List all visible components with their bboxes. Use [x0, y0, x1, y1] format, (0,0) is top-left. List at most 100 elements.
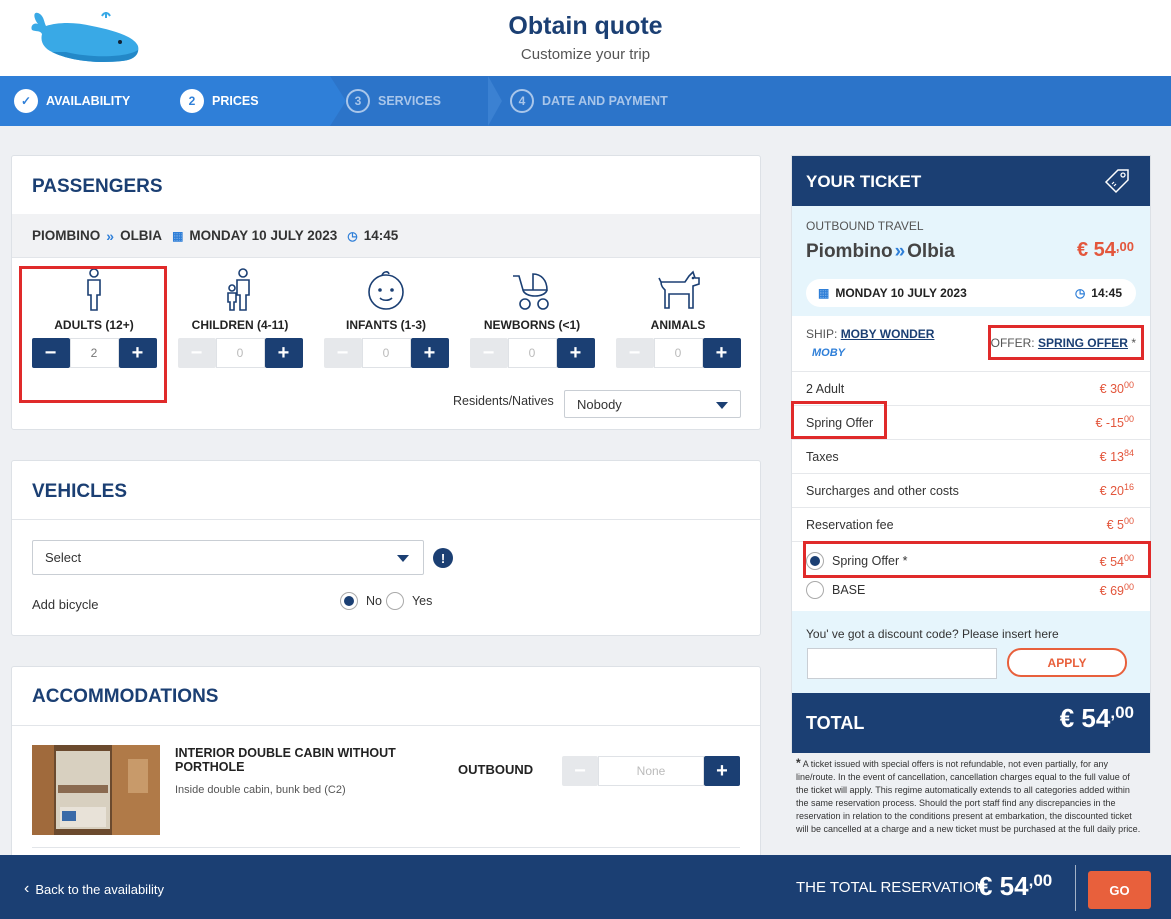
- step-number: 3: [346, 89, 370, 113]
- step-chevron: [158, 76, 174, 126]
- newborns-label: NEWBORNS (<1): [483, 318, 581, 332]
- cabin-name: INTERIOR DOUBLE CABIN WITHOUT PORTHOLE: [175, 746, 396, 774]
- ticket-header: YOUR TICKET: [792, 156, 1150, 206]
- newborns-plus-button[interactable]: +: [556, 338, 595, 368]
- price-line-label: Reservation fee: [806, 517, 894, 532]
- double-chevron-icon: »: [894, 241, 906, 262]
- bicycle-yes-radio[interactable]: [385, 592, 404, 610]
- divider: [1075, 865, 1076, 911]
- cabin-plus-button[interactable]: +: [704, 756, 740, 786]
- route-from: PIOMBINO: [32, 228, 101, 243]
- ticket-time: 14:45: [1091, 286, 1122, 300]
- discount-label: You' ve got a discount code? Please inse…: [806, 627, 1059, 641]
- ship-info: SHIP: MOBY WONDER: [806, 327, 934, 341]
- step-number: 4: [510, 89, 534, 113]
- step-chevron: [330, 76, 346, 126]
- fare-radio[interactable]: [806, 581, 824, 599]
- route-date: MONDAY 10 JULY 2023: [189, 228, 338, 243]
- price-line-value: € -1500: [1095, 414, 1134, 430]
- children-minus-button[interactable]: −: [177, 338, 216, 368]
- direction-label: OUTBOUND: [458, 762, 534, 777]
- infants-count[interactable]: 0: [361, 338, 411, 368]
- infants-plus-button[interactable]: +: [410, 338, 449, 368]
- ticket-total: TOTAL € 54,00: [792, 693, 1150, 753]
- double-chevron-icon: »: [106, 227, 115, 244]
- step-label: SERVICES: [378, 94, 441, 108]
- reservation-total-value: € 54,00: [978, 871, 1052, 902]
- ship-label: SHIP:: [806, 327, 838, 341]
- step-label: PRICES: [212, 94, 259, 108]
- info-icon[interactable]: !: [433, 548, 453, 568]
- step-services[interactable]: 3 SERVICES: [330, 76, 490, 126]
- children-label: CHILDREN (4-11): [191, 318, 289, 332]
- ship-name-link[interactable]: MOBY WONDER: [841, 327, 935, 341]
- step-date-payment[interactable]: 4 DATE AND PAYMENT: [490, 76, 740, 126]
- outbound-summary: OUTBOUND TRAVEL Piombino » Olbia € 54,00…: [792, 206, 1150, 316]
- tag-icon: [1104, 169, 1129, 194]
- cabin-minus-button[interactable]: −: [562, 756, 598, 786]
- price-dec: 00: [1123, 380, 1134, 391]
- total-value: € 54,00: [1060, 703, 1134, 734]
- step-availability[interactable]: ✓ AVAILABILITY: [0, 76, 160, 126]
- newborns-count[interactable]: 0: [507, 338, 557, 368]
- animals-minus-button[interactable]: −: [615, 338, 654, 368]
- apply-button[interactable]: APPLY: [1007, 648, 1127, 677]
- bicycle-radio-group: No Yes: [340, 592, 432, 610]
- price-line-label: 2 Adult: [806, 381, 845, 396]
- price-dec: 16: [1123, 482, 1134, 493]
- children-count[interactable]: 0: [215, 338, 265, 368]
- total-label: TOTAL: [806, 713, 865, 733]
- cabin-count[interactable]: None: [598, 756, 704, 786]
- price-dec: 00: [1123, 581, 1134, 592]
- residents-select[interactable]: Nobody: [564, 390, 741, 418]
- bottom-bar: ‹ Back to the availability THE TOTAL RES…: [0, 855, 1171, 919]
- ticket-from: Piombino: [806, 241, 893, 262]
- cabin-description: Inside double cabin, bunk bed (C2): [175, 784, 346, 796]
- price-main: € 69: [1099, 584, 1124, 599]
- page-subtitle: Customize your trip: [520, 46, 651, 63]
- caret-down-icon: [397, 555, 409, 562]
- dog-icon: [658, 270, 700, 309]
- go-button[interactable]: GO: [1088, 871, 1151, 909]
- stroller-icon: [513, 273, 549, 310]
- reservation-total-dec: ,00: [1028, 871, 1053, 890]
- children-icon: [227, 268, 250, 311]
- animals-count[interactable]: 0: [653, 338, 703, 368]
- clock-icon: ◷: [1074, 286, 1086, 300]
- step-label: AVAILABILITY: [46, 94, 131, 108]
- infants-stepper: − 0 +: [323, 338, 449, 368]
- back-link[interactable]: ‹ Back to the availability: [24, 880, 164, 898]
- infants-minus-button[interactable]: −: [323, 338, 362, 368]
- price-line-value: € 3000: [1100, 380, 1134, 396]
- infants-label: INFANTS (1-3): [345, 318, 426, 332]
- discount-code-input[interactable]: [807, 648, 997, 679]
- price-dec: 00: [1123, 414, 1134, 425]
- fare-option[interactable]: BASE € 6900: [792, 575, 1150, 605]
- caret-down-icon: [716, 402, 728, 409]
- bicycle-no-radio[interactable]: [340, 592, 358, 610]
- clock-icon: ◷: [347, 228, 358, 243]
- animals-plus-button[interactable]: +: [702, 338, 741, 368]
- vehicle-select[interactable]: Select: [32, 540, 424, 575]
- fare-price: € 6900: [1100, 582, 1134, 598]
- step-prices[interactable]: 2 PRICES: [160, 76, 330, 126]
- newborns-minus-button[interactable]: −: [469, 338, 508, 368]
- children-plus-button[interactable]: +: [264, 338, 303, 368]
- back-label: Back to the availability: [35, 881, 164, 897]
- cabin-name-line: INTERIOR DOUBLE CABIN WITHOUT: [175, 746, 396, 760]
- footnote-star: *: [796, 756, 801, 770]
- route-to: OLBIA: [120, 228, 163, 243]
- passenger-children: CHILDREN (4-11) − 0 +: [172, 268, 308, 368]
- page-title: Obtain quote: [508, 12, 663, 40]
- infant-icon: [368, 271, 404, 310]
- reservation-total-main: € 54: [978, 871, 1029, 901]
- cabin-stepper: − None +: [562, 756, 740, 786]
- highlight-box: [19, 266, 167, 403]
- reservation-total-label: THE TOTAL RESERVATION: [796, 879, 986, 896]
- price-line-value: € 500: [1107, 516, 1134, 532]
- ticket-to: Olbia: [907, 241, 955, 262]
- children-stepper: − 0 +: [177, 338, 303, 368]
- divider: [32, 847, 740, 848]
- outbound-price-main: € 54: [1076, 239, 1116, 261]
- chevron-left-icon: ‹: [24, 880, 30, 897]
